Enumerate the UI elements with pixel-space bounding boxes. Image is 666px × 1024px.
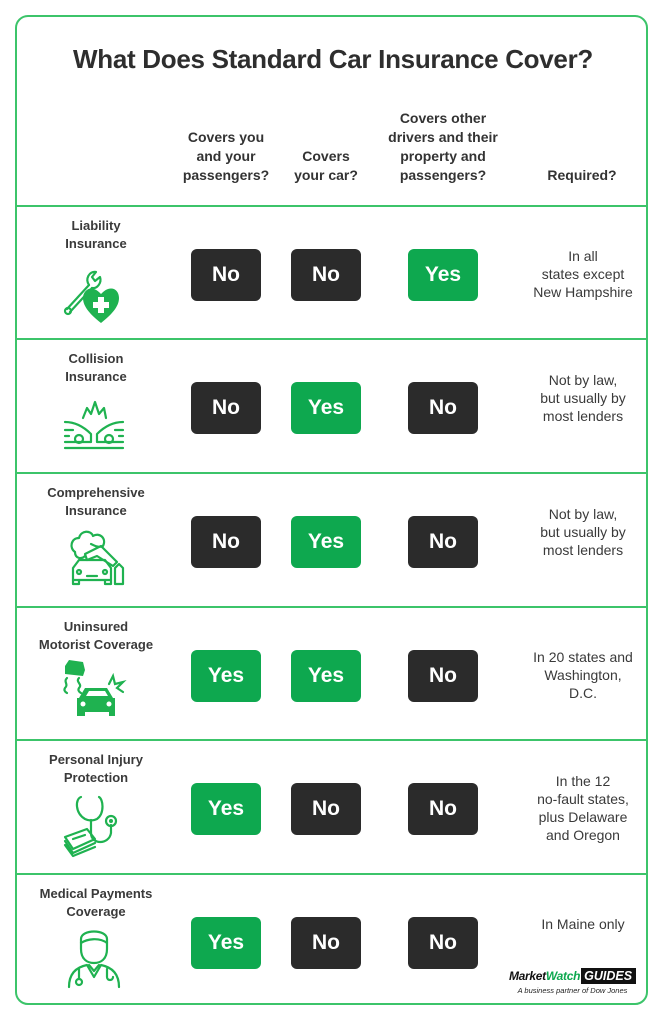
required-text: In 20 states and Washington, D.C.	[533, 649, 633, 701]
stethoscope-money-icon	[63, 795, 118, 858]
row-personal-injury-protection: Personal Injury Protection Yes No No In …	[17, 741, 647, 873]
required-text: In all states except New Hampshire	[533, 248, 633, 300]
logo-tagline: A business partner of Dow Jones	[517, 986, 628, 995]
required-text: Not by law, but usually by most lenders	[540, 506, 626, 558]
page-title: What Does Standard Car Insurance Cover?	[73, 44, 593, 74]
badge-covers-you: No	[191, 516, 261, 568]
row-uninsured-motorist-coverage: Uninsured Motorist Coverage Yes Yes No I…	[17, 608, 647, 740]
badge-covers-you: No	[191, 249, 261, 301]
badge-covers-car: No	[291, 249, 361, 301]
row-collision-insurance: Collision Insurance No Yes No Not by law…	[17, 340, 647, 472]
badge-covers-others: Yes	[408, 249, 478, 301]
badge-covers-others: No	[408, 382, 478, 434]
car-collision-icon	[63, 400, 125, 450]
badge-covers-you: No	[191, 382, 261, 434]
logo-guides: GUIDES	[581, 968, 637, 984]
badge-covers-others: No	[408, 516, 478, 568]
badge-covers-you: Yes	[191, 783, 261, 835]
logo-watch: Watch	[545, 969, 581, 983]
doctor-icon	[67, 930, 121, 989]
badge-covers-car: Yes	[291, 382, 361, 434]
marketwatch-guides-logo: MarketWatch GUIDES A business partner of…	[505, 968, 640, 995]
badge-covers-others: No	[408, 650, 478, 702]
row-liability-insurance: Liability Insurance No No Yes In all sta…	[17, 207, 647, 339]
row-label: Liability Insurance	[65, 218, 127, 251]
logo-market: Market	[508, 969, 546, 983]
hit-and-run-car-icon	[63, 660, 127, 716]
row-label: Collision Insurance	[65, 351, 127, 384]
badge-covers-car: Yes	[291, 516, 361, 568]
required-text: Not by law, but usually by most lenders	[540, 372, 626, 424]
column-header-covers-car: Covers your car?	[294, 148, 358, 183]
row-label: Comprehensive Insurance	[47, 485, 145, 518]
wrench-heart-icon	[63, 270, 119, 323]
column-header-covers-others: Covers other drivers and their property …	[388, 110, 498, 183]
tree-on-car-icon	[70, 530, 125, 586]
badge-covers-car: Yes	[291, 650, 361, 702]
row-label: Uninsured Motorist Coverage	[38, 619, 154, 652]
badge-covers-you: Yes	[191, 650, 261, 702]
required-text: In Maine only	[541, 916, 625, 932]
badge-covers-you: Yes	[191, 917, 261, 969]
row-comprehensive-insurance: Comprehensive Insurance No Yes No Not by…	[17, 474, 647, 606]
column-header-required: Required?	[547, 167, 617, 183]
row-label: Personal Injury Protection	[49, 752, 143, 785]
row-label: Medical Payments Coverage	[39, 886, 153, 919]
badge-covers-others: No	[408, 917, 478, 969]
required-text: In the 12 no-fault states, plus Delaware…	[537, 773, 629, 843]
badge-covers-car: No	[291, 917, 361, 969]
badge-covers-car: No	[291, 783, 361, 835]
column-header-covers-you: Covers you and your passengers?	[182, 129, 270, 183]
badge-covers-others: No	[408, 783, 478, 835]
